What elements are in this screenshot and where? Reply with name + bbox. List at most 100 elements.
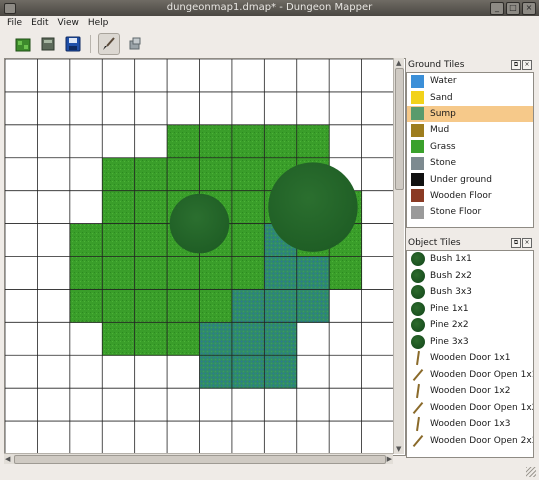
- grass-tile[interactable]: [102, 223, 136, 257]
- float-panel-icon[interactable]: ⧉: [511, 60, 521, 70]
- close-icon[interactable]: ×: [522, 2, 536, 15]
- sump-tile[interactable]: [264, 322, 298, 356]
- vertical-scroll-thumb[interactable]: [395, 68, 404, 190]
- grass-tile[interactable]: [231, 157, 265, 192]
- grass-tile[interactable]: [199, 256, 233, 290]
- grass-tile[interactable]: [134, 223, 168, 257]
- grass-tile[interactable]: [231, 190, 265, 225]
- object-tile-item[interactable]: Wooden Door 1x3: [407, 416, 533, 433]
- grass-tile[interactable]: [102, 256, 136, 290]
- paint-brush-button[interactable]: [98, 33, 120, 55]
- scroll-left-icon[interactable]: ◀: [5, 455, 10, 463]
- object-tile-item[interactable]: Wooden Door 1x2: [407, 383, 533, 400]
- grass-tile[interactable]: [69, 223, 103, 257]
- grass-tile[interactable]: [264, 124, 298, 159]
- ground-tile-item[interactable]: Mud: [407, 122, 533, 138]
- grass-tile[interactable]: [199, 157, 233, 192]
- float-panel-icon[interactable]: ⧉: [511, 238, 521, 248]
- grass-tile[interactable]: [102, 289, 136, 323]
- sump-tile[interactable]: [296, 289, 330, 323]
- grass-tile[interactable]: [69, 256, 103, 290]
- object-tile-item[interactable]: Wooden Door 1x1: [407, 350, 533, 367]
- map-grid[interactable]: [5, 59, 395, 455]
- grass-tile[interactable]: [102, 190, 136, 225]
- ground-tile-item[interactable]: Water: [407, 73, 533, 89]
- close-panel-icon[interactable]: ×: [522, 238, 532, 248]
- grass-tile[interactable]: [167, 256, 200, 290]
- grass-tile[interactable]: [231, 124, 265, 159]
- grass-tile[interactable]: [134, 157, 168, 192]
- grass-tile[interactable]: [134, 256, 168, 290]
- grass-tile[interactable]: [134, 289, 168, 323]
- grass-tile[interactable]: [134, 322, 168, 356]
- bush-icon: [411, 285, 425, 300]
- scroll-down-icon[interactable]: ▼: [396, 445, 401, 453]
- menu-edit[interactable]: Edit: [31, 16, 48, 31]
- ground-tile-item[interactable]: Sand: [407, 89, 533, 105]
- grass-tile[interactable]: [167, 157, 200, 192]
- object-tile-label: Pine 2x2: [430, 320, 469, 331]
- grass-tile[interactable]: [102, 322, 136, 356]
- sump-tile[interactable]: [264, 355, 298, 389]
- sump-tile[interactable]: [199, 322, 233, 356]
- menu-view[interactable]: View: [58, 16, 79, 31]
- bush-object[interactable]: [268, 162, 358, 252]
- grass-tile[interactable]: [69, 289, 103, 323]
- save-button[interactable]: [63, 34, 83, 54]
- object-tile-label: Bush 3x3: [430, 287, 472, 298]
- sump-tile[interactable]: [231, 289, 265, 323]
- ground-tile-item[interactable]: Sump: [407, 105, 533, 123]
- ground-tile-item[interactable]: Under ground: [407, 171, 533, 187]
- sump-tile[interactable]: [264, 256, 298, 290]
- grass-tile[interactable]: [296, 124, 330, 159]
- grass-tile[interactable]: [102, 157, 136, 192]
- window-menu-icon[interactable]: [4, 3, 16, 14]
- object-tile-item[interactable]: Pine 1x1: [407, 301, 533, 318]
- menu-help[interactable]: Help: [88, 16, 109, 31]
- grass-tile[interactable]: [199, 289, 233, 323]
- grass-tile[interactable]: [134, 190, 168, 225]
- object-tile-item[interactable]: Wooden Door Open 1x1: [407, 367, 533, 384]
- ground-tile-item[interactable]: Grass: [407, 139, 533, 155]
- map-canvas[interactable]: [4, 58, 406, 456]
- object-tile-item[interactable]: Bush 1x1: [407, 251, 533, 268]
- scroll-right-icon[interactable]: ▶: [387, 455, 392, 463]
- object-tile-item[interactable]: Bush 2x2: [407, 268, 533, 285]
- grass-tile[interactable]: [231, 256, 265, 290]
- maximize-icon[interactable]: □: [506, 2, 520, 15]
- ground-tile-item[interactable]: Stone: [407, 155, 533, 171]
- object-tile-item[interactable]: Pine 2x2: [407, 317, 533, 334]
- object-tile-label: Wooden Door Open 2x3: [430, 435, 534, 446]
- menu-file[interactable]: File: [7, 16, 22, 31]
- grass-tile[interactable]: [231, 223, 265, 257]
- sump-tile[interactable]: [264, 289, 298, 323]
- new-map-button[interactable]: [13, 34, 33, 54]
- object-tile-item[interactable]: Wooden Door Open 2x3: [407, 433, 533, 450]
- sump-tile[interactable]: [231, 322, 265, 356]
- object-tile-label: Wooden Door Open 1x2: [430, 402, 534, 413]
- grass-tile[interactable]: [199, 124, 233, 159]
- open-button[interactable]: [38, 34, 58, 54]
- paint-brush-icon: [103, 37, 115, 50]
- minimize-icon[interactable]: _: [490, 2, 504, 15]
- object-tile-item[interactable]: Bush 3x3: [407, 284, 533, 301]
- ground-tile-item[interactable]: Wooden Floor: [407, 188, 533, 204]
- resize-grip-icon[interactable]: [526, 467, 536, 477]
- grass-tile[interactable]: [167, 322, 200, 356]
- sump-tile[interactable]: [296, 256, 330, 290]
- tile-stamp-button[interactable]: [125, 34, 145, 54]
- ground-tile-item[interactable]: Stone Floor: [407, 204, 533, 220]
- object-tile-item[interactable]: Pine 3x3: [407, 334, 533, 351]
- scroll-up-icon[interactable]: ▲: [396, 59, 401, 67]
- grass-tile[interactable]: [167, 124, 200, 159]
- close-panel-icon[interactable]: ×: [522, 60, 532, 70]
- grass-tile[interactable]: [167, 289, 200, 323]
- bush-object[interactable]: [169, 193, 230, 254]
- sump-tile[interactable]: [231, 355, 265, 389]
- object-tile-item[interactable]: Wooden Door Open 1x2: [407, 400, 533, 417]
- map-vertical-scrollbar[interactable]: ▲ ▼: [393, 58, 404, 454]
- sump-tile[interactable]: [199, 355, 233, 389]
- object-tile-label: Wooden Door 1x3: [430, 419, 511, 430]
- ground-tile-label: Stone Floor: [430, 207, 482, 218]
- grass-tile[interactable]: [329, 256, 363, 290]
